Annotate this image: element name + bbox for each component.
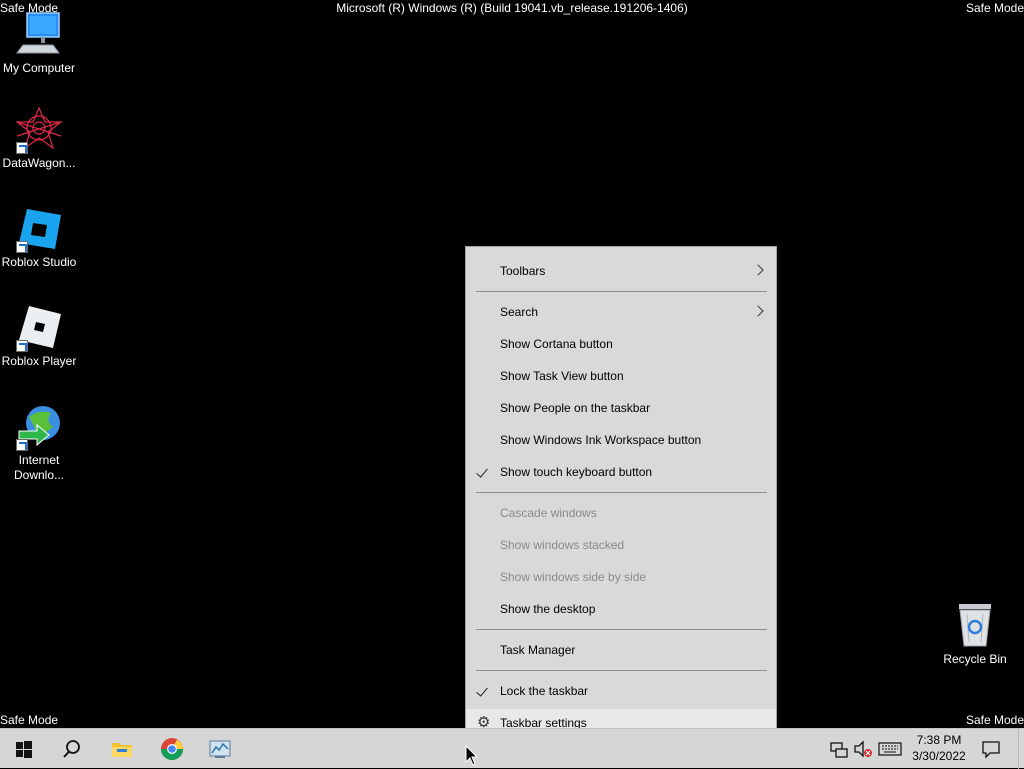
my-computer-icon xyxy=(15,11,63,59)
desktop-icon-label: Roblox Studio xyxy=(1,255,77,269)
desktop-icon-roblox-player[interactable]: Roblox Player xyxy=(0,304,78,369)
menu-item-label: Toolbars xyxy=(500,264,546,278)
desktop-icon-label: Internet Downlo... xyxy=(13,453,65,482)
network-tray[interactable] xyxy=(828,729,850,769)
menu-item-label: Show windows side by side xyxy=(500,570,647,584)
menu-item-show-cortana-button[interactable]: Show Cortana button xyxy=(466,330,776,358)
menu-item-label: Show Windows Ink Workspace button xyxy=(500,433,702,447)
menu-separator xyxy=(476,670,767,671)
taskbar[interactable]: 7:38 PM 3/30/2022 xyxy=(0,728,1024,769)
chrome-icon xyxy=(161,738,183,760)
clock-time: 7:38 PM xyxy=(916,733,962,747)
start-button[interactable] xyxy=(0,729,48,769)
volume-tray[interactable] xyxy=(852,729,874,769)
system-clock[interactable]: 7:38 PM 3/30/2022 xyxy=(906,732,972,764)
search-button[interactable] xyxy=(48,729,96,769)
shortcut-arrow-icon xyxy=(16,142,28,154)
menu-item-label: Show windows stacked xyxy=(500,538,625,552)
app-button[interactable] xyxy=(196,729,244,769)
action-center-button[interactable] xyxy=(976,729,1006,769)
search-icon xyxy=(63,740,80,758)
windows-logo-icon xyxy=(16,741,32,758)
performance-monitor-icon xyxy=(209,740,231,758)
menu-item-show-people[interactable]: Show People on the taskbar xyxy=(466,394,776,422)
shortcut-arrow-icon xyxy=(16,340,28,352)
clock-date: 3/30/2022 xyxy=(912,749,966,763)
desktop-icon-label: Roblox Player xyxy=(1,354,77,368)
chrome-button[interactable] xyxy=(148,729,196,769)
menu-item-lock-the-taskbar[interactable]: Lock the taskbar xyxy=(466,677,776,705)
folder-icon xyxy=(112,743,132,757)
roblox-player-icon xyxy=(15,304,63,352)
desktop-icon-roblox-studio[interactable]: Roblox Studio xyxy=(0,205,78,270)
menu-item-label: Show People on the taskbar xyxy=(500,401,651,415)
desktop-icon-datawagon[interactable]: DataWagon... xyxy=(0,106,78,171)
menu-item-search[interactable]: Search xyxy=(466,298,776,326)
menu-item-label: Lock the taskbar xyxy=(500,684,589,698)
checkmark-icon xyxy=(476,465,488,478)
mouse-pointer-icon xyxy=(465,745,479,766)
menu-separator xyxy=(476,492,767,493)
internet-download-manager-icon xyxy=(15,403,63,451)
desktop-icon-my-computer[interactable]: My Computer xyxy=(0,11,78,76)
menu-item-show-windows-stacked[interactable]: Show windows stacked xyxy=(466,531,776,559)
menu-item-toolbars[interactable]: Toolbars xyxy=(466,257,776,285)
menu-item-show-windows-ink[interactable]: Show Windows Ink Workspace button xyxy=(466,426,776,454)
desktop-icon-label: My Computer xyxy=(2,61,76,75)
roblox-studio-icon xyxy=(15,205,63,253)
menu-item-label: Search xyxy=(500,305,539,319)
desktop[interactable]: Safe Mode Microsoft (R) Windows (R) (Bui… xyxy=(0,0,1024,737)
show-desktop-button[interactable] xyxy=(1018,729,1024,769)
menu-item-label: Show the desktop xyxy=(500,602,596,616)
notification-icon xyxy=(982,741,1000,759)
checkmark-icon xyxy=(476,684,488,697)
menu-item-task-manager[interactable]: Task Manager xyxy=(466,636,776,664)
datawagon-icon xyxy=(15,106,63,154)
menu-item-show-windows-side-by-side[interactable]: Show windows side by side xyxy=(466,563,776,591)
menu-item-show-the-desktop[interactable]: Show the desktop xyxy=(466,595,776,623)
desktop-icon-label: Recycle Bin xyxy=(943,652,1007,666)
shortcut-arrow-icon xyxy=(16,439,28,451)
menu-separator xyxy=(476,629,767,630)
taskbar-context-menu: Toolbars Search Show Cortana button Show… xyxy=(465,246,777,737)
volume-muted-icon xyxy=(854,740,872,758)
menu-item-show-touch-keyboard[interactable]: Show touch keyboard button xyxy=(466,458,776,486)
touch-keyboard-tray[interactable] xyxy=(876,729,904,769)
menu-separator xyxy=(476,291,767,292)
menu-item-cascade-windows[interactable]: Cascade windows xyxy=(466,499,776,527)
desktop-icon-label: DataWagon... xyxy=(2,156,76,170)
recycle-bin-icon xyxy=(951,602,999,650)
menu-item-show-task-view-button[interactable]: Show Task View button xyxy=(466,362,776,390)
file-explorer-button[interactable] xyxy=(98,729,146,769)
network-icon xyxy=(830,742,848,758)
chevron-right-icon xyxy=(752,305,764,317)
safe-mode-watermark-bottom-left: Safe Mode xyxy=(0,713,59,727)
menu-item-label: Show Task View button xyxy=(500,369,624,383)
menu-item-label: Task Manager xyxy=(500,643,576,657)
menu-item-label: Cascade windows xyxy=(500,506,597,520)
desktop-icon-recycle-bin[interactable]: Recycle Bin xyxy=(936,602,1014,667)
shortcut-arrow-icon xyxy=(16,241,28,253)
safe-mode-watermark-bottom-right: Safe Mode xyxy=(965,713,1024,727)
chevron-right-icon xyxy=(752,264,764,276)
menu-item-label: Show touch keyboard button xyxy=(500,465,653,479)
desktop-icon-internet-download-manager[interactable]: Internet Downlo... xyxy=(0,403,78,483)
safe-mode-watermark-top-right: Safe Mode xyxy=(965,1,1024,15)
keyboard-icon xyxy=(878,742,902,756)
menu-item-label: Show Cortana button xyxy=(500,337,613,351)
build-watermark: Microsoft (R) Windows (R) (Build 19041.v… xyxy=(336,1,688,15)
